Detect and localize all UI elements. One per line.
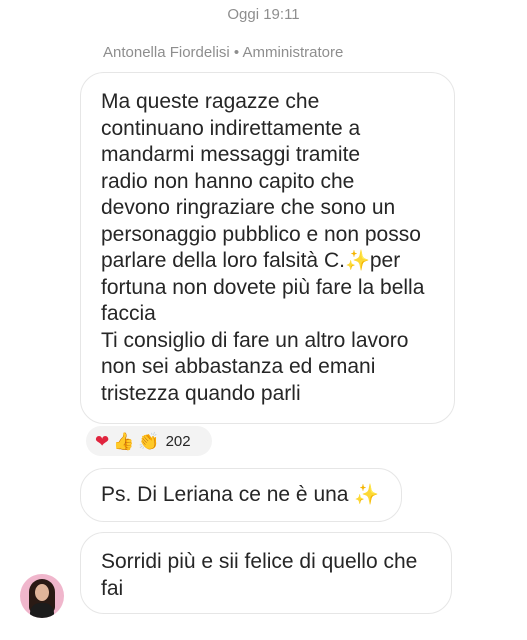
message-bubble[interactable]: Sorridi più e sii felice di quello che f… [80,532,452,614]
message-line: Ma queste ragazze che [101,90,320,113]
message-line: Sorridi più e sii felice di quello che [101,550,418,573]
message-bubble[interactable]: Ps. Di Leriana ce ne è una ✨ [80,468,402,522]
sparkles-emoji: ✨ [344,250,370,272]
avatar-face [35,584,49,601]
message-text: parlare della loro falsità C. [101,249,345,272]
message-bubble[interactable]: Ma queste ragazze che continuano indiret… [80,72,455,424]
message-line: continuano indirettamente a [101,116,361,140]
message-line: parlare della loro falsità C.✨per [101,248,436,275]
reactions-bar[interactable]: ❤ 👍 👏 202 [86,426,212,456]
message-line: mandarmi messaggi tramite [101,143,361,166]
message-line: faccia [101,302,156,325]
heart-icon: ❤ [95,431,110,451]
message-line: Ti consiglio di fare un altro lavoro [101,328,409,352]
clapping-hands-icon: 👏 [138,431,160,451]
thumbs-up-icon: 👍 [113,431,135,451]
message-line: tristezza quando parli [101,381,301,405]
sender-name[interactable]: Antonella Fiordelisi • Amministratore [103,44,343,61]
message-line: fai [101,576,124,600]
message-line: non sei abbastanza ed emani [101,355,376,378]
message-text: Ps. Di Leriana ce ne è una [101,483,355,506]
message-line: radio non hanno capito che [101,169,355,193]
message-timestamp: Oggi 19:11 [227,6,300,23]
sparkles-emoji: ✨ [354,484,380,506]
avatar[interactable] [20,574,64,618]
message-text: per [369,249,401,272]
message-line: personaggio pubblico e non posso [101,222,421,246]
avatar-body [30,603,54,618]
message-line: Ps. Di Leriana ce ne è una ✨ [101,482,383,509]
reaction-count: 202 [165,432,191,450]
message-line: fortuna non dovete più fare la bella [101,275,425,299]
message-line: devono ringraziare che sono un [101,196,396,219]
